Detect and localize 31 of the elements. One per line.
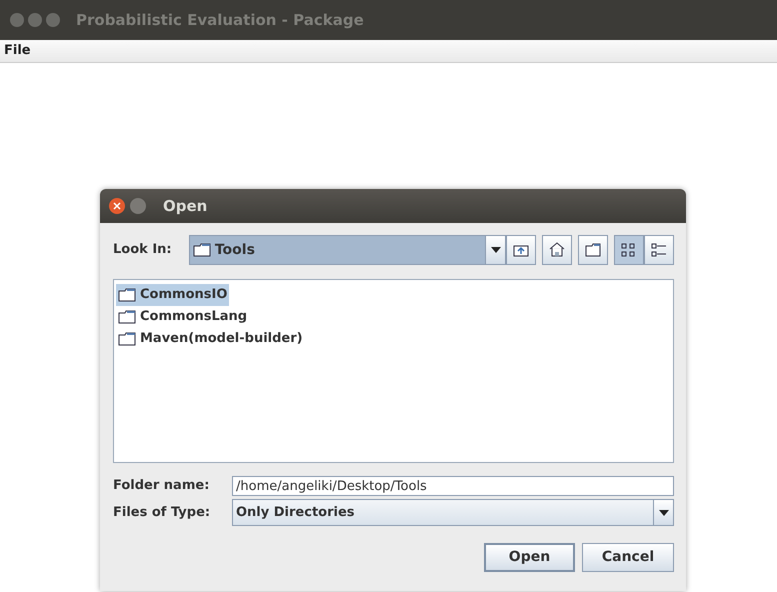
folder-icon (118, 310, 136, 324)
dialog-button[interactable]: Cancel (582, 542, 674, 572)
file-type-value: Only Directories (236, 504, 355, 522)
menu-item[interactable]: File (4, 41, 31, 61)
details-view-icon (650, 241, 668, 259)
folder-row[interactable]: CommonsIO (116, 284, 230, 306)
toolbar-button[interactable] (578, 235, 608, 265)
new-folder-icon (584, 241, 602, 259)
folder-row[interactable]: CommonsLang (116, 306, 250, 328)
close-icon[interactable] (109, 198, 125, 214)
folder-icon (118, 288, 136, 302)
folder-icon (192, 243, 211, 257)
folder-name-label: Folder name: (113, 477, 210, 496)
toolbar-button[interactable] (542, 235, 572, 265)
dialog-title: Open (163, 196, 208, 217)
window-title: Probabilistic Evaluation - Package (76, 10, 364, 31)
look-in-label: Look In: (113, 241, 173, 260)
home-icon (548, 241, 566, 259)
toolbar-button[interactable] (614, 235, 644, 265)
look-in-value: Tools (214, 240, 255, 260)
dropdown-arrow-icon (658, 510, 668, 516)
toolbar-button[interactable] (644, 235, 674, 265)
folder-name-field[interactable]: /home/angeliki/Desktop/Tools (232, 476, 674, 496)
file-type-dropdown[interactable]: Only Directories (232, 499, 674, 526)
folder-row[interactable]: Maven(model-builder) (116, 328, 305, 350)
toolbar-button[interactable] (506, 235, 536, 265)
file-type-label: Files of Type: (113, 504, 212, 522)
look-in-dropdown[interactable]: Tools (188, 235, 506, 265)
dropdown-arrow-icon (490, 247, 500, 253)
dialog-button[interactable]: Open (484, 542, 575, 572)
folder-icon (118, 332, 136, 346)
